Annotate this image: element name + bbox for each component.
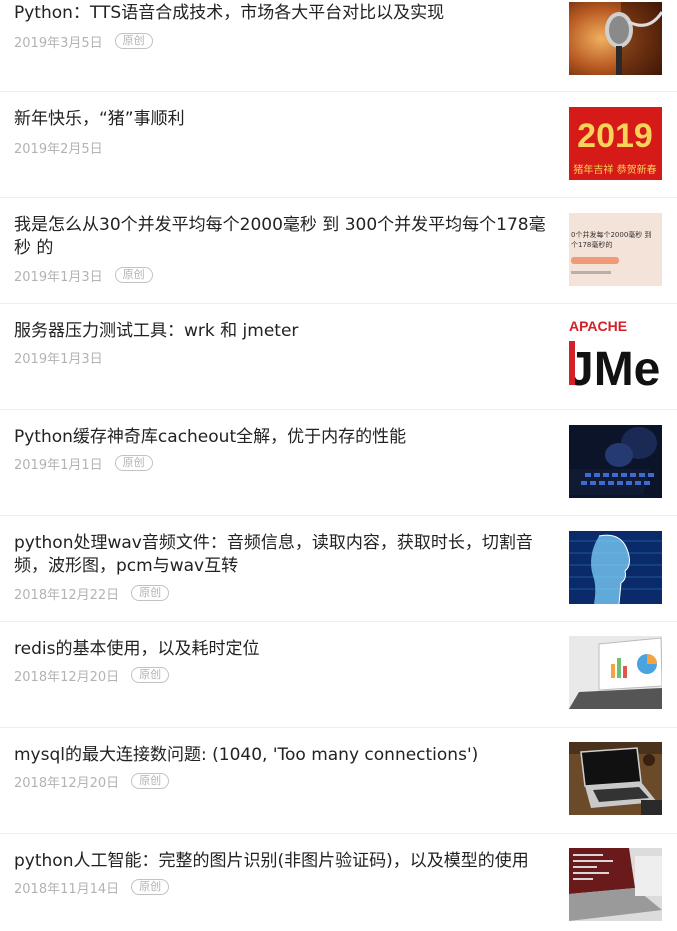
laptop-charts-icon: [569, 636, 662, 709]
original-badge: 原创: [131, 667, 170, 683]
list-item[interactable]: python处理wav音频文件：音频信息，读取内容，获取时长，切割音频，波形图，…: [0, 516, 677, 622]
article-title[interactable]: 我是怎么从30个并发平均每个2000毫秒 到 300个并发平均每个178毫秒 的: [14, 214, 554, 260]
list-item[interactable]: Python缓存神奇库cacheout全解，优于内存的性能 2019年1月1日 …: [0, 410, 677, 516]
article-title[interactable]: Python：TTS语音合成技术，市场各大平台对比以及实现: [14, 2, 554, 25]
article-date: 2018年12月20日: [14, 669, 120, 685]
article-title[interactable]: redis的基本使用，以及耗时定位: [14, 638, 554, 661]
ai-face-icon: [569, 531, 662, 604]
hacker-keyboard-image[interactable]: [569, 425, 662, 498]
hacker-icon: [569, 425, 662, 498]
slide-icon: 0个并发每个2000毫秒 到 个178毫秒的: [569, 213, 662, 286]
apache-jmeter-logo[interactable]: APACHE JMe: [569, 319, 662, 392]
article-meta: 2018年12月20日 原创: [14, 772, 170, 791]
article-title[interactable]: mysql的最大连接数问题: (1040, 'Too many connecti…: [14, 744, 554, 767]
ai-face-image[interactable]: [569, 531, 662, 604]
slide-subtext: 个178毫秒的: [571, 240, 612, 249]
article-meta: 2019年2月5日: [14, 138, 103, 157]
article-title[interactable]: Python缓存神奇库cacheout全解，优于内存的性能: [14, 426, 554, 449]
list-item[interactable]: mysql的最大连接数问题: (1040, 'Too many connecti…: [0, 728, 677, 834]
laptop-desk-image[interactable]: [569, 742, 662, 815]
article-date: 2019年1月1日: [14, 457, 103, 473]
article-meta: 2019年1月1日 原创: [14, 454, 153, 473]
article-title[interactable]: python处理wav音频文件：音频信息，读取内容，获取时长，切割音频，波形图，…: [14, 532, 554, 578]
article-meta: 2019年1月3日 原创: [14, 266, 153, 285]
article-date: 2018年12月20日: [14, 775, 120, 791]
article-title[interactable]: python人工智能：完整的图片识别(非图片验证码)，以及模型的使用: [14, 850, 554, 873]
laptop-desk-icon: [569, 742, 662, 815]
article-title[interactable]: 新年快乐，“猪”事顺利: [14, 108, 554, 131]
laptop-charts-image[interactable]: [569, 636, 662, 709]
list-item[interactable]: python人工智能：完整的图片识别(非图片验证码)，以及模型的使用 2018年…: [0, 834, 677, 931]
jmeter-logo-icon: APACHE JMe: [569, 319, 662, 392]
original-badge: 原创: [131, 879, 170, 895]
microphone-image[interactable]: [569, 2, 662, 75]
original-badge: 原创: [131, 585, 170, 601]
article-meta: 2018年12月22日 原创: [14, 584, 170, 603]
performance-slide-image[interactable]: 0个并发每个2000毫秒 到 个178毫秒的: [569, 213, 662, 286]
article-meta: 2019年3月5日 原创: [14, 32, 153, 51]
article-meta: 2018年11月14日 原创: [14, 878, 170, 897]
list-item[interactable]: Python：TTS语音合成技术，市场各大平台对比以及实现 2019年3月5日 …: [0, 0, 677, 92]
list-item[interactable]: 我是怎么从30个并发平均每个2000毫秒 到 300个并发平均每个178毫秒 的…: [0, 198, 677, 304]
article-date: 2019年1月3日: [14, 269, 103, 285]
article-date: 2019年1月3日: [14, 351, 103, 367]
list-item[interactable]: redis的基本使用，以及耗时定位 2018年12月20日 原创: [0, 622, 677, 728]
article-date: 2018年11月14日: [14, 881, 120, 897]
article-meta: 2018年12月20日 原创: [14, 666, 170, 685]
new-year-2019-banner[interactable]: 2019 猪年吉祥 恭贺新春: [569, 107, 662, 180]
microphone-icon: [569, 2, 662, 75]
apache-text: APACHE: [569, 319, 627, 334]
article-list: Python：TTS语音合成技术，市场各大平台对比以及实现 2019年3月5日 …: [0, 0, 677, 931]
original-badge: 原创: [131, 773, 170, 789]
list-item[interactable]: 新年快乐，“猪”事顺利 2019年2月5日 2019 猪年吉祥 恭贺新春: [0, 92, 677, 198]
new-year-icon: 2019 猪年吉祥 恭贺新春: [569, 107, 662, 180]
article-meta: 2019年1月3日: [14, 348, 103, 367]
jmeter-text: JMe: [569, 343, 660, 392]
slide-text: 0个并发每个2000毫秒 到: [571, 230, 652, 239]
article-title[interactable]: 服务器压力测试工具：wrk 和 jmeter: [14, 320, 554, 343]
article-date: 2018年12月22日: [14, 587, 120, 603]
original-badge: 原创: [114, 455, 153, 471]
banner-text: 猪年吉祥 恭贺新春: [573, 163, 656, 176]
original-badge: 原创: [114, 267, 153, 283]
laptop-code-image[interactable]: [569, 848, 662, 921]
article-date: 2019年2月5日: [14, 141, 103, 157]
laptop-code-icon: [569, 848, 662, 921]
list-item[interactable]: 服务器压力测试工具：wrk 和 jmeter 2019年1月3日 APACHE …: [0, 304, 677, 410]
original-badge: 原创: [114, 33, 153, 49]
banner-year: 2019: [577, 117, 653, 155]
article-date: 2019年3月5日: [14, 35, 103, 51]
